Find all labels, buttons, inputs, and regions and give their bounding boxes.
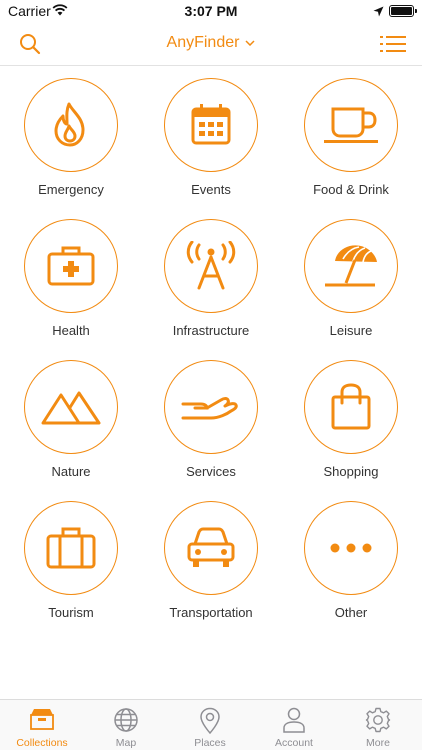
open-hand-icon xyxy=(181,397,238,420)
category-shopping[interactable]: Shopping xyxy=(281,354,421,494)
category-label: Emergency xyxy=(38,182,104,197)
category-food-drink[interactable]: Food & Drink xyxy=(281,72,421,212)
category-label: Other xyxy=(334,605,368,620)
category-grid: Emergency Events Food & Drink Health Inf… xyxy=(0,68,422,628)
category-label: Food & Drink xyxy=(313,182,389,197)
category-label: Nature xyxy=(51,464,91,479)
category-label: Events xyxy=(191,182,231,197)
tab-label: Collections xyxy=(16,737,68,749)
category-nature[interactable]: Nature xyxy=(1,354,141,494)
tab-collections[interactable]: Collections xyxy=(0,700,84,750)
suitcase-icon xyxy=(46,527,96,569)
category-label: Health xyxy=(52,323,90,338)
category-label: Shopping xyxy=(323,464,379,479)
category-ring xyxy=(164,219,258,313)
category-tourism[interactable]: Tourism xyxy=(1,495,141,635)
category-label: Tourism xyxy=(48,605,94,620)
category-ring xyxy=(24,501,118,595)
nav-bar: AnyFinder xyxy=(0,22,422,66)
category-emergency[interactable]: Emergency xyxy=(1,72,141,212)
clock-time: 3:07 PM xyxy=(184,3,238,19)
status-bar: Carrier 3:07 PM xyxy=(0,0,422,22)
category-ring xyxy=(24,78,118,172)
globe-icon xyxy=(114,708,138,732)
tab-label: More xyxy=(366,737,390,749)
category-ring xyxy=(164,360,258,454)
chevron-down-icon xyxy=(245,33,255,51)
category-label: Infrastructure xyxy=(172,323,250,338)
first-aid-kit-icon xyxy=(47,246,95,286)
list-menu-icon[interactable] xyxy=(380,32,406,56)
app-title: AnyFinder xyxy=(166,34,240,51)
category-other[interactable]: Other xyxy=(281,495,421,635)
flame-icon xyxy=(54,102,85,147)
map-pin-icon xyxy=(200,707,220,735)
tab-bar: Collections Map Places Account More xyxy=(0,699,422,750)
battery-icon xyxy=(389,5,417,17)
beach-umbrella-icon xyxy=(325,245,377,287)
tab-account[interactable]: Account xyxy=(252,700,336,750)
app-title-dropdown[interactable]: AnyFinder xyxy=(0,34,422,52)
shopping-bag-icon xyxy=(331,383,371,430)
tab-more[interactable]: More xyxy=(336,700,420,750)
tab-label: Account xyxy=(275,737,313,749)
category-infrastructure[interactable]: Infrastructure xyxy=(141,213,281,353)
category-ring xyxy=(164,501,258,595)
category-services[interactable]: Services xyxy=(141,354,281,494)
category-ring xyxy=(304,360,398,454)
car-icon xyxy=(187,527,235,567)
category-events[interactable]: Events xyxy=(141,72,281,212)
calendar-icon xyxy=(191,104,231,145)
radio-tower-icon xyxy=(186,241,236,290)
coffee-cup-icon xyxy=(324,107,378,143)
category-transportation[interactable]: Transportation xyxy=(141,495,281,635)
category-health[interactable]: Health xyxy=(1,213,141,353)
person-icon xyxy=(283,707,305,733)
location-arrow-icon xyxy=(373,4,384,22)
category-label: Services xyxy=(186,464,236,479)
category-ring xyxy=(304,78,398,172)
category-ring xyxy=(304,501,398,595)
category-label: Transportation xyxy=(169,605,253,620)
category-leisure[interactable]: Leisure xyxy=(281,213,421,353)
category-ring xyxy=(304,219,398,313)
more-dots-icon xyxy=(330,543,372,553)
tab-places[interactable]: Places xyxy=(168,700,252,750)
box-icon xyxy=(30,709,54,730)
mountains-icon xyxy=(41,391,101,425)
category-ring xyxy=(24,219,118,313)
gear-icon xyxy=(365,707,391,733)
category-label: Leisure xyxy=(329,323,373,338)
tab-map[interactable]: Map xyxy=(84,700,168,750)
tab-label: Places xyxy=(194,737,226,749)
category-ring xyxy=(24,360,118,454)
category-ring xyxy=(164,78,258,172)
tab-label: Map xyxy=(115,737,137,749)
